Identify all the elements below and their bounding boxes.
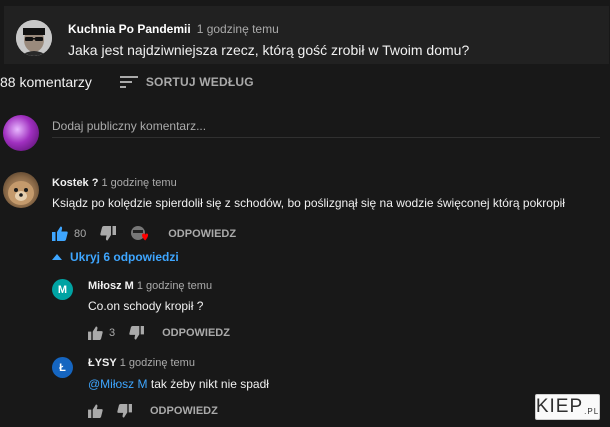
reply-actions: 3 ODPOWIEDZ — [88, 326, 230, 340]
creator-heart-icon — [131, 226, 149, 241]
like-count: 3 — [109, 327, 116, 339]
reply-author[interactable]: ŁYSY 1 godzinę temu — [88, 357, 195, 369]
sort-button[interactable]: SORTUJ WEDŁUG — [119, 75, 254, 89]
sort-label: SORTUJ WEDŁUG — [145, 75, 254, 89]
reply-author-avatar[interactable]: M — [52, 279, 73, 300]
thumb-down-icon — [117, 404, 132, 418]
thumb-up-icon — [88, 404, 103, 418]
reply-button[interactable]: ODPOWIEDZ — [168, 228, 236, 240]
user-mention-link[interactable]: @Miłosz M — [88, 377, 148, 391]
reply-text: Co.on schody kropił ? — [88, 299, 204, 313]
reply-author-name[interactable]: ŁYSY — [88, 357, 117, 369]
comment-actions: 80 ODPOWIEDZ — [52, 225, 236, 242]
reply-author[interactable]: Miłosz M1 godzinę temu — [88, 280, 212, 292]
like-button[interactable] — [52, 226, 68, 241]
post-text: Jaka jest najdziwniejsza rzecz, którą go… — [68, 42, 470, 58]
creator-heart-badge — [130, 225, 150, 242]
dislike-button[interactable] — [117, 404, 132, 418]
avatar-photo-icon — [16, 20, 52, 56]
post-author-avatar[interactable] — [16, 20, 52, 56]
comment-time[interactable]: 1 godzinę temu — [101, 177, 176, 189]
thumb-down-icon — [100, 226, 117, 241]
reply-actions: ODPOWIEDZ — [88, 404, 218, 418]
post-card: Kuchnia Po Pandemii 1 godzinę temu Jaka j… — [4, 6, 609, 64]
comments-header: 88 komentarzy SORTUJ WEDŁUG — [0, 72, 254, 92]
comment-author[interactable]: Kostek ? 1 godzinę temu — [52, 177, 177, 189]
dislike-button[interactable] — [129, 326, 145, 340]
reply-text-body: tak żeby nikt nie spadł — [150, 377, 269, 391]
reply-author-name[interactable]: Miłosz M — [88, 280, 134, 292]
kiep-watermark-logo: KIEP .PL — [535, 394, 600, 420]
dislike-button[interactable] — [100, 226, 117, 241]
add-comment-input[interactable]: Dodaj publiczny komentarz... — [52, 119, 600, 138]
thumb-down-icon — [129, 326, 145, 340]
reply-author-avatar[interactable]: Ł — [52, 357, 73, 378]
thumb-up-icon — [88, 326, 103, 340]
hide-replies-label: Ukryj 6 odpowiedzi — [70, 250, 179, 264]
watermark-suffix: .PL — [584, 406, 600, 416]
reply-time[interactable]: 1 godzinę temu — [137, 280, 212, 292]
hide-replies-button[interactable]: Ukryj 6 odpowiedzi — [52, 250, 179, 264]
comment-author-avatar[interactable] — [3, 172, 39, 208]
reply-text: @Miłosz M tak żeby nikt nie spadł — [88, 377, 269, 391]
like-button[interactable] — [88, 404, 103, 418]
reply-button[interactable]: ODPOWIEDZ — [150, 405, 218, 417]
like-button[interactable] — [88, 326, 103, 340]
chevron-up-icon — [52, 254, 62, 260]
post-author-name[interactable]: Kuchnia Po Pandemii — [68, 22, 191, 36]
post-time[interactable]: 1 godzinę temu — [197, 22, 279, 36]
reply-button[interactable]: ODPOWIEDZ — [162, 327, 230, 339]
post-author[interactable]: Kuchnia Po Pandemii 1 godzinę temu — [68, 22, 279, 36]
comment-count: 88 komentarzy — [0, 74, 92, 90]
watermark-main: KIEP — [535, 396, 584, 417]
reply-time[interactable]: 1 godzinę temu — [120, 357, 195, 369]
current-user-avatar — [3, 115, 39, 151]
dog-photo-icon — [8, 181, 34, 205]
comment-author-name[interactable]: Kostek ? — [52, 177, 98, 189]
like-count: 80 — [74, 227, 87, 240]
thumb-up-icon — [52, 226, 68, 241]
comment-text: Ksiądz po kolędzie spierdolił się z scho… — [52, 196, 565, 210]
sort-icon — [119, 76, 138, 88]
